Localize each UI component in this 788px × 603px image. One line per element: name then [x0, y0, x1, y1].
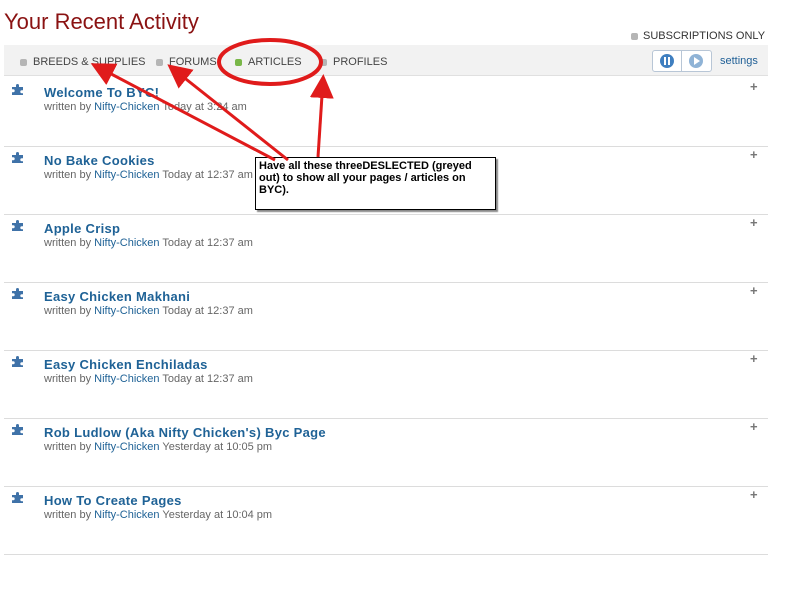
tab-articles[interactable]: ARTICLES [235, 56, 302, 68]
author-link[interactable]: Nifty-Chicken [94, 373, 159, 385]
activity-meta: written by Nifty-Chicken Today at 12:37 … [44, 305, 253, 317]
expand-icon[interactable]: + [750, 147, 758, 162]
author-link[interactable]: Nifty-Chicken [94, 101, 159, 113]
author-link[interactable]: Nifty-Chicken [94, 509, 159, 521]
activity-meta: written by Nifty-Chicken Today at 12:37 … [44, 169, 253, 181]
timestamp: Today at 3:24 am [162, 101, 247, 113]
tab-status-dot-icon [235, 58, 242, 66]
filter-tab-bar: BREEDS & SUPPLIES FORUMS ARTICLES PROFIL… [4, 45, 768, 76]
activity-title-link[interactable]: Easy Chicken Enchiladas [44, 357, 208, 372]
expand-icon[interactable]: + [750, 487, 758, 502]
timestamp: Today at 12:37 am [162, 373, 253, 385]
author-link[interactable]: Nifty-Chicken [94, 441, 159, 453]
activity-meta: written by Nifty-Chicken Today at 12:37 … [44, 373, 253, 385]
puzzle-piece-icon [12, 152, 23, 163]
puzzle-piece-icon [12, 84, 23, 95]
puzzle-piece-icon [12, 492, 23, 503]
activity-meta: written by Nifty-Chicken Today at 12:37 … [44, 237, 253, 249]
tab-profiles[interactable]: PROFILES [320, 56, 387, 68]
activity-meta: written by Nifty-Chicken Yesterday at 10… [44, 441, 273, 453]
play-icon [689, 54, 703, 68]
timestamp: Today at 12:37 am [162, 305, 253, 317]
timestamp: Today at 12:37 am [162, 169, 253, 181]
activity-title-link[interactable]: Apple Crisp [44, 221, 120, 236]
puzzle-piece-icon [12, 288, 23, 299]
annotation-callout: Have all these threeDESLECTED (greyed ou… [255, 157, 496, 210]
timestamp: Yesterday at 10:04 pm [162, 509, 273, 521]
author-link[interactable]: Nifty-Chicken [94, 237, 159, 249]
settings-link[interactable]: settings [720, 55, 758, 67]
puzzle-piece-icon [12, 424, 23, 435]
subscriptions-only-label: SUBSCRIPTIONS ONLY [643, 30, 766, 42]
feed-playback-controls [652, 50, 712, 72]
expand-icon[interactable]: + [750, 215, 758, 230]
tab-status-dot-icon [20, 58, 27, 66]
tab-breeds-supplies[interactable]: BREEDS & SUPPLIES [20, 56, 146, 68]
activity-title-link[interactable]: Welcome To BYC! [44, 85, 159, 100]
pause-button[interactable] [653, 51, 682, 71]
activity-meta: written by Nifty-Chicken Yesterday at 10… [44, 509, 273, 521]
activity-item: Rob Ludlow (Aka Nifty Chicken's) Byc Pag… [4, 419, 768, 487]
page-title: Your Recent Activity [4, 9, 199, 34]
activity-item: Apple Crisp written by Nifty-Chicken Tod… [4, 215, 768, 283]
tab-forums[interactable]: FORUMS [156, 56, 217, 68]
tab-label: BREEDS & SUPPLIES [33, 56, 146, 68]
subscriptions-only-toggle[interactable]: SUBSCRIPTIONS ONLY [631, 30, 765, 42]
author-link[interactable]: Nifty-Chicken [94, 169, 159, 181]
activity-item: Easy Chicken Enchiladas written by Nifty… [4, 351, 768, 419]
expand-icon[interactable]: + [750, 351, 758, 366]
activity-item: Easy Chicken Makhani written by Nifty-Ch… [4, 283, 768, 351]
subscriptions-checkbox-icon[interactable] [631, 32, 638, 40]
play-button[interactable] [682, 51, 710, 71]
expand-icon[interactable]: + [750, 283, 758, 298]
puzzle-piece-icon [12, 220, 23, 231]
activity-meta: written by Nifty-Chicken Today at 3:24 a… [44, 101, 247, 113]
activity-item: How To Create Pages written by Nifty-Chi… [4, 487, 768, 555]
timestamp: Today at 12:37 am [162, 237, 253, 249]
puzzle-piece-icon [12, 356, 23, 367]
activity-item: Welcome To BYC! written by Nifty-Chicken… [4, 79, 768, 147]
expand-icon[interactable]: + [750, 419, 758, 434]
activity-title-link[interactable]: No Bake Cookies [44, 153, 155, 168]
tab-label: ARTICLES [248, 56, 302, 68]
tab-label: PROFILES [333, 56, 388, 68]
activity-title-link[interactable]: Easy Chicken Makhani [44, 289, 190, 304]
activity-title-link[interactable]: Rob Ludlow (Aka Nifty Chicken's) Byc Pag… [44, 425, 326, 440]
activity-title-link[interactable]: How To Create Pages [44, 493, 182, 508]
tab-status-dot-icon [156, 58, 163, 66]
tab-status-dot-icon [320, 58, 327, 66]
pause-icon [660, 54, 674, 68]
author-link[interactable]: Nifty-Chicken [94, 305, 159, 317]
expand-icon[interactable]: + [750, 79, 758, 94]
timestamp: Yesterday at 10:05 pm [162, 441, 273, 453]
tab-label: FORUMS [169, 56, 217, 68]
